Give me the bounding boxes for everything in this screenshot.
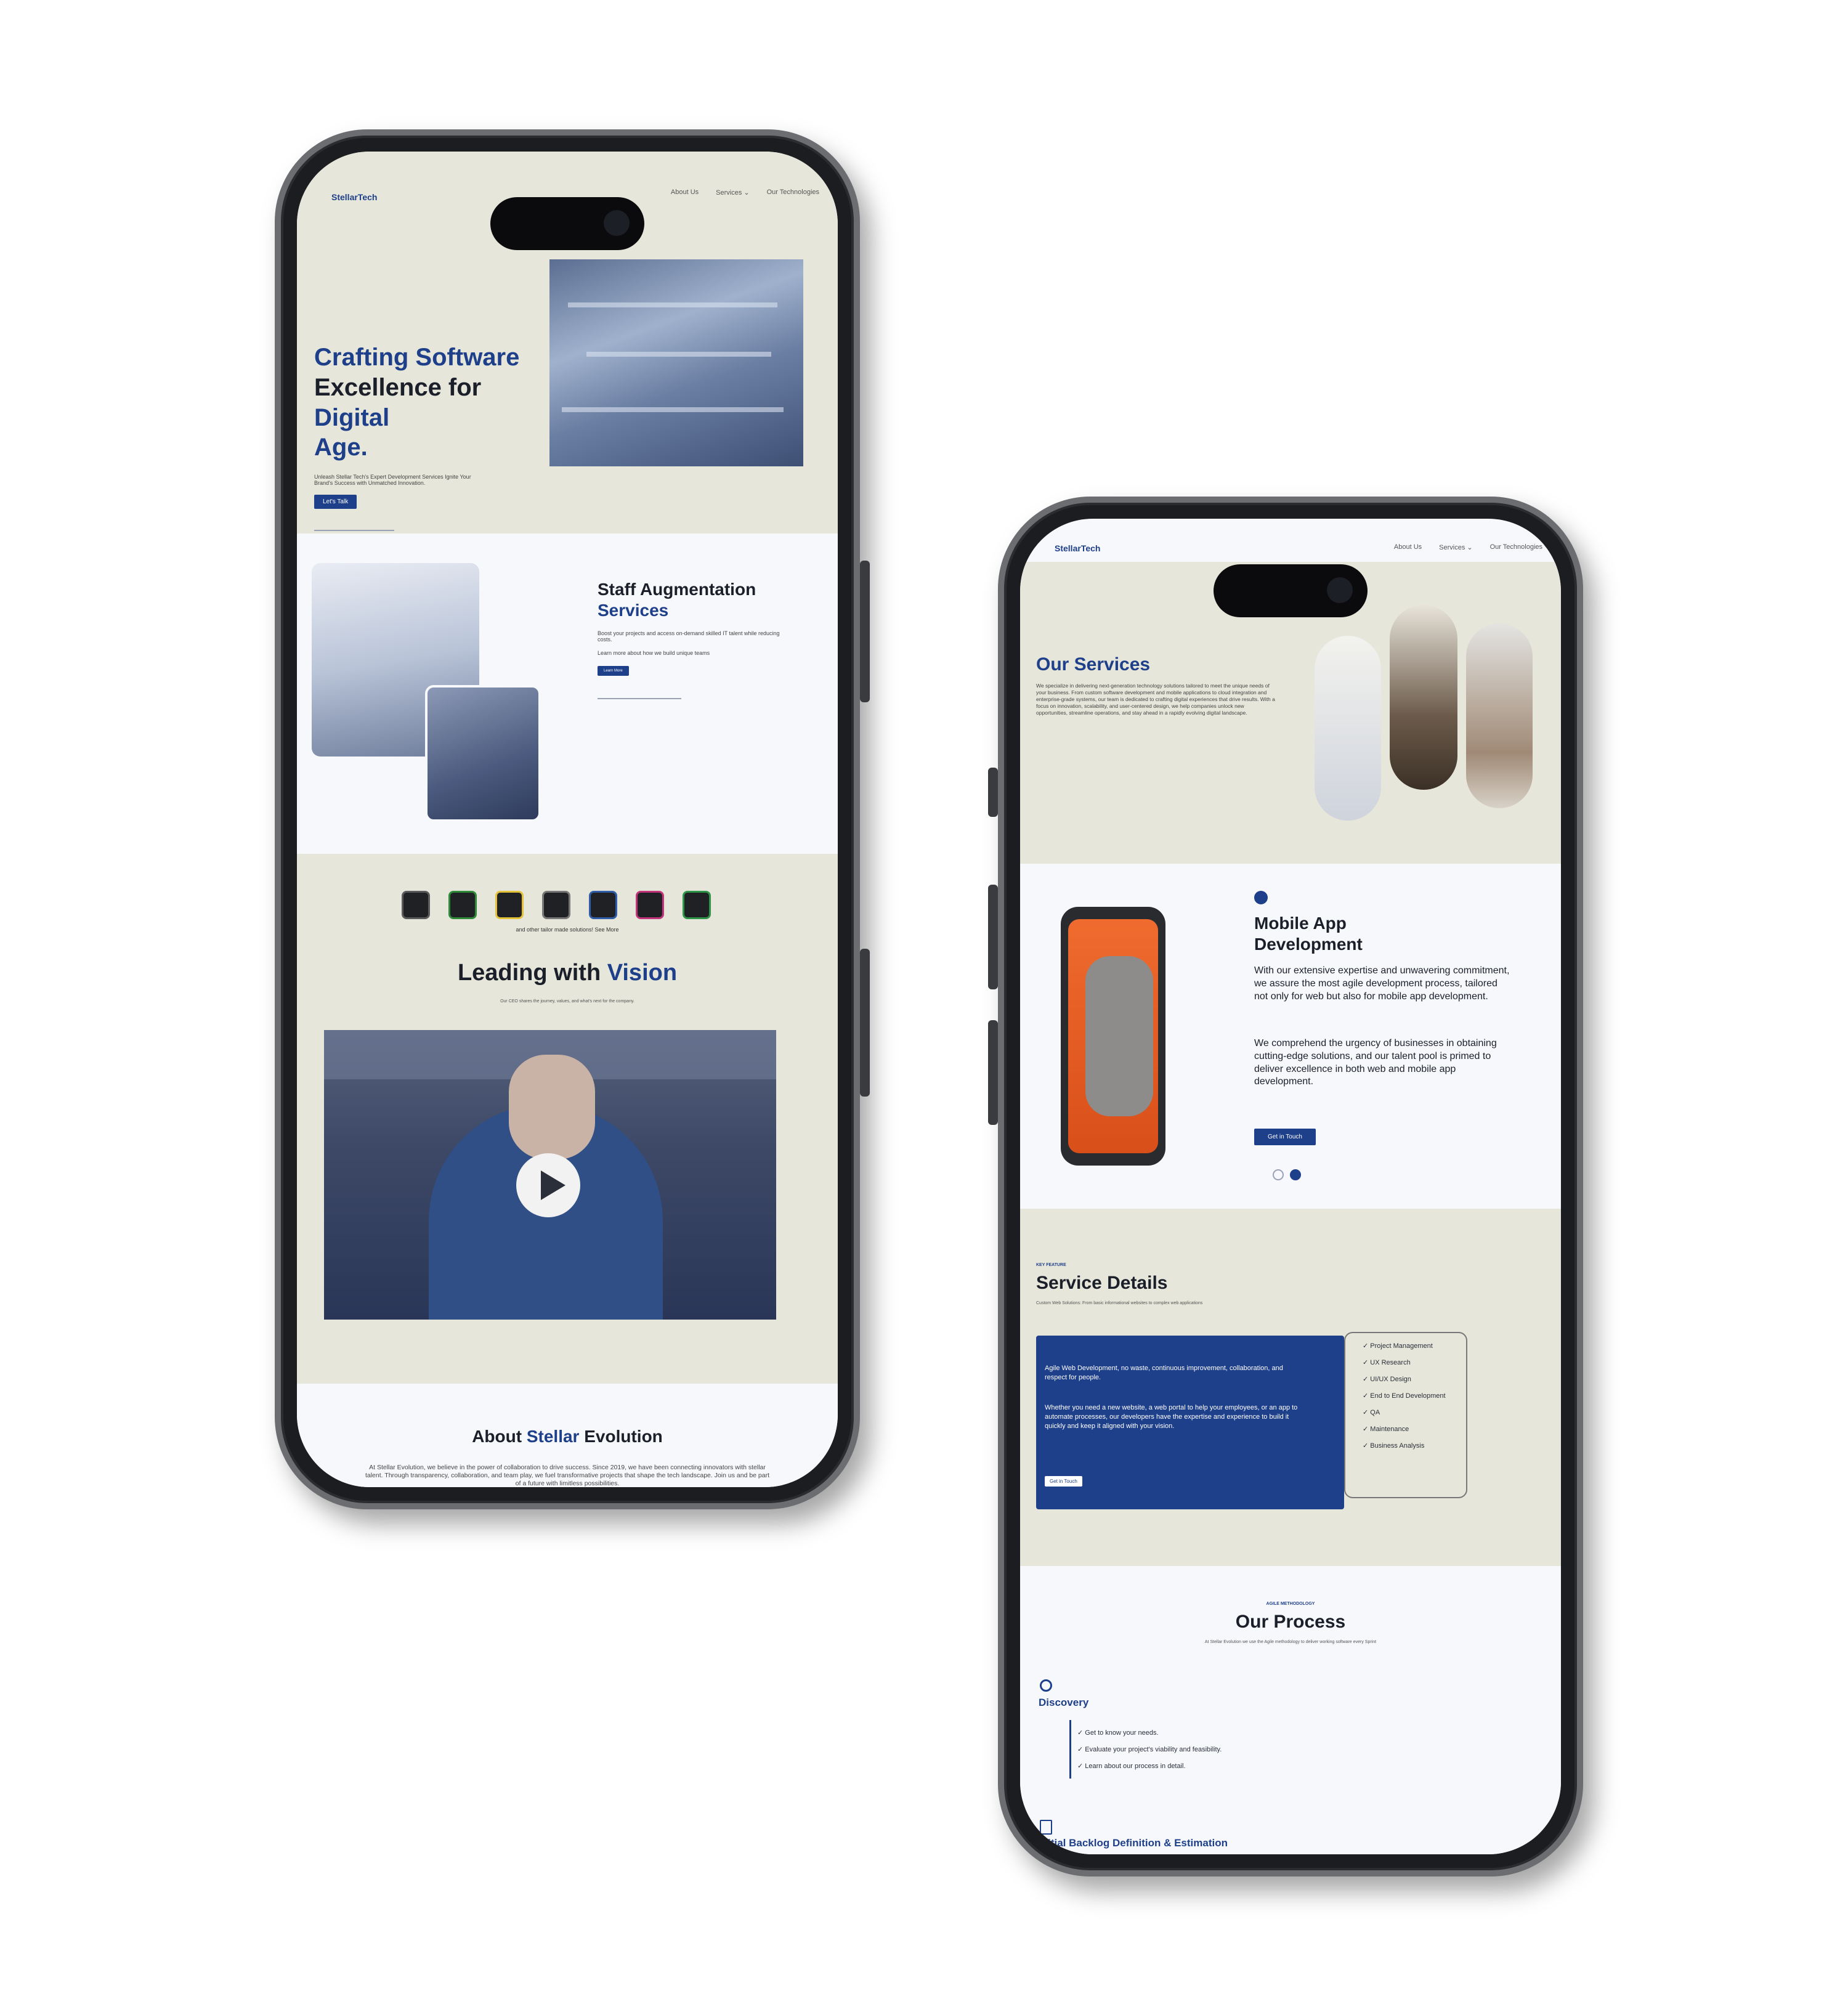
details-get-in-touch-button[interactable]: Get in Touch bbox=[1045, 1476, 1082, 1487]
checklist-item: ✓ Maintenance bbox=[1363, 1426, 1409, 1433]
mobile-title: Mobile App Development bbox=[1254, 914, 1363, 954]
lets-talk-button[interactable]: Let's Talk bbox=[314, 495, 357, 509]
nav-link-about[interactable]: About Us bbox=[1394, 543, 1422, 551]
backlog-title: Initial Backlog Definition & Estimation bbox=[1039, 1837, 1228, 1849]
tech-icon[interactable] bbox=[448, 891, 477, 919]
staff-text: Boost your projects and access on-demand… bbox=[598, 630, 780, 643]
right-phone-side-button bbox=[988, 768, 998, 817]
checklist-item: ✓ Business Analysis bbox=[1363, 1442, 1425, 1450]
camera-icon bbox=[1327, 577, 1353, 603]
logo[interactable]: StellarTech bbox=[331, 192, 377, 202]
services-photo-1 bbox=[1315, 636, 1381, 821]
process-eyebrow: AGILE METHODOLOGY bbox=[1266, 1602, 1315, 1606]
play-icon bbox=[541, 1170, 565, 1200]
discovery-item: ✓ Evaluate your project's viability and … bbox=[1077, 1746, 1222, 1753]
hero-title: Crafting Software Excellence for Digital… bbox=[314, 344, 520, 461]
staff-link[interactable]: Learn more about how we build unique tea… bbox=[598, 650, 795, 656]
team-photo-2 bbox=[425, 685, 541, 822]
logo[interactable]: StellarTech bbox=[1055, 543, 1100, 553]
details-eyebrow: KEY FEATURE bbox=[1036, 1263, 1066, 1267]
learn-more-button[interactable]: Learn More bbox=[598, 666, 629, 676]
checklist-item: ✓ UX Research bbox=[1363, 1359, 1411, 1366]
nav-link-about[interactable]: About Us bbox=[671, 189, 699, 197]
aws-icon[interactable] bbox=[542, 891, 570, 919]
camera-icon bbox=[604, 210, 630, 236]
vision-section: and other tailor made solutions! See Mor… bbox=[297, 854, 838, 1384]
left-phone-side-button bbox=[860, 949, 870, 1097]
carousel-dot-active[interactable] bbox=[1290, 1169, 1301, 1180]
search-icon bbox=[1040, 1679, 1052, 1692]
nav-link-services[interactable]: Services ⌄ bbox=[716, 189, 749, 197]
process-subtitle: At Stellar Evolution we use the Agile me… bbox=[1204, 1640, 1377, 1644]
staff-section: Staff Augmentation Services Boost your p… bbox=[297, 533, 838, 854]
checklist-item: ✓ QA bbox=[1363, 1409, 1380, 1416]
staff-divider bbox=[598, 698, 681, 700]
nav-link-technologies[interactable]: Our Technologies bbox=[767, 189, 819, 197]
right-phone-frame: StellarTech About Us Services ⌄ Our Tech… bbox=[988, 497, 1583, 1876]
discovery-title: Discovery bbox=[1039, 1697, 1089, 1708]
tech-icon[interactable] bbox=[589, 891, 617, 919]
left-phone-frame: StellarTech About Us Services ⌄ Our Tech… bbox=[275, 129, 870, 1509]
services-title: Our Services bbox=[1036, 654, 1151, 675]
services-photo-3 bbox=[1466, 623, 1533, 808]
checklist-item: ✓ Project Management bbox=[1363, 1342, 1433, 1350]
ceo-video[interactable] bbox=[324, 1030, 776, 1320]
vision-subtitle: Our CEO shares the journey, values, and … bbox=[500, 999, 634, 1004]
phone-illustration bbox=[1061, 907, 1165, 1166]
office-photo bbox=[549, 259, 803, 466]
top-nav: StellarTech About Us Services ⌄ Our Tech… bbox=[1020, 519, 1561, 562]
details-card-text-2: Whether you need a new website, a web po… bbox=[1045, 1404, 1298, 1430]
hero-subtitle: Unleash Stellar Tech's Expert Developmen… bbox=[314, 474, 471, 487]
mobile-badge-icon bbox=[1254, 891, 1268, 904]
process-title: Our Process bbox=[1235, 1612, 1346, 1632]
tech-caption[interactable]: and other tailor made solutions! See Mor… bbox=[297, 927, 838, 933]
process-section: AGILE METHODOLOGY Our Process At Stellar… bbox=[1020, 1566, 1561, 1854]
play-button[interactable] bbox=[516, 1153, 580, 1217]
hero-divider bbox=[314, 530, 394, 532]
services-photo-2 bbox=[1390, 605, 1457, 790]
vision-title: Leading with Vision bbox=[457, 960, 678, 986]
details-title: Service Details bbox=[1036, 1273, 1168, 1293]
right-phone-side-button bbox=[988, 1020, 998, 1125]
nav-link-technologies[interactable]: Our Technologies bbox=[1490, 543, 1542, 551]
right-phone-screen: StellarTech About Us Services ⌄ Our Tech… bbox=[1020, 519, 1561, 1854]
staff-title: Staff Augmentation Services bbox=[598, 580, 756, 620]
hero-section: Crafting Software Excellence for Digital… bbox=[297, 225, 838, 533]
details-checklist: ✓ Project Management ✓ UX Research ✓ UI/… bbox=[1344, 1332, 1467, 1498]
discovery-item: ✓ Get to know your needs. bbox=[1077, 1729, 1159, 1737]
details-subtitle: Custom Web Solutions: From basic informa… bbox=[1036, 1301, 1203, 1305]
details-card-text-1: Agile Web Development, no waste, continu… bbox=[1045, 1365, 1283, 1381]
left-phone-screen: StellarTech About Us Services ⌄ Our Tech… bbox=[297, 152, 838, 1487]
about-title: About Stellar Evolution bbox=[472, 1427, 663, 1446]
nav-link-services[interactable]: Services ⌄ bbox=[1439, 543, 1472, 551]
about-section: About Stellar Evolution At Stellar Evolu… bbox=[297, 1384, 838, 1487]
document-icon bbox=[1040, 1820, 1052, 1835]
carousel-dot[interactable] bbox=[1273, 1169, 1284, 1180]
mobile-text-1: With our extensive expertise and unwaver… bbox=[1254, 965, 1510, 1002]
services-text: We specialize in delivering next-generat… bbox=[1036, 683, 1275, 716]
checklist-item: ✓ End to End Development bbox=[1363, 1392, 1446, 1400]
mobile-section: Mobile App Development With our extensiv… bbox=[1020, 864, 1561, 1209]
mobile-text-2: We comprehend the urgency of businesses … bbox=[1254, 1038, 1497, 1087]
discovery-list: ✓ Get to know your needs. ✓ Evaluate you… bbox=[1069, 1720, 1222, 1779]
details-section: KEY FEATURE Service Details Custom Web S… bbox=[1020, 1209, 1561, 1566]
tech-icon[interactable] bbox=[683, 891, 711, 919]
details-card: Agile Web Development, no waste, continu… bbox=[1036, 1336, 1344, 1509]
dynamic-island bbox=[1214, 564, 1368, 617]
dynamic-island bbox=[490, 197, 644, 250]
get-in-touch-button[interactable]: Get in Touch bbox=[1254, 1129, 1316, 1145]
tech-icon[interactable] bbox=[402, 891, 430, 919]
python-icon[interactable] bbox=[495, 891, 524, 919]
carousel-dots bbox=[1273, 1169, 1301, 1180]
about-text: At Stellar Evolution, we believe in the … bbox=[365, 1464, 770, 1487]
tech-icons-row bbox=[402, 891, 711, 919]
right-phone-side-button bbox=[988, 885, 998, 989]
tech-icon[interactable] bbox=[636, 891, 664, 919]
left-phone-side-button bbox=[860, 561, 870, 702]
checklist-item: ✓ UI/UX Design bbox=[1363, 1376, 1411, 1383]
discovery-item: ✓ Learn about our process in detail. bbox=[1077, 1763, 1186, 1770]
